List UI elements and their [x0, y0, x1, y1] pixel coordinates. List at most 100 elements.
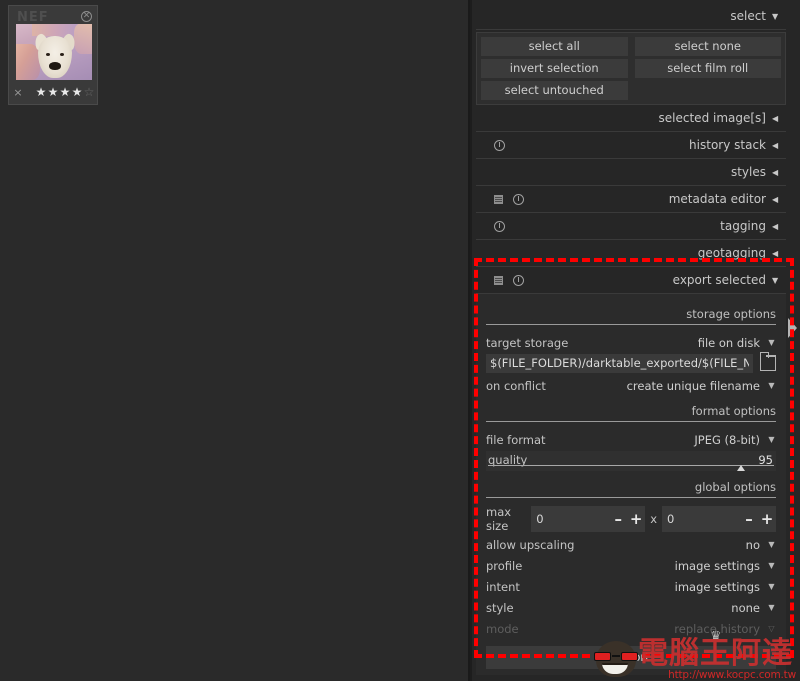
star-2[interactable]: ★ — [47, 86, 59, 98]
chevron-down-icon: ▼ — [768, 582, 775, 591]
filename-pattern-row — [486, 351, 777, 373]
chevron-left-icon: ◀ — [772, 248, 779, 258]
chevron-down-icon: ▼ — [772, 11, 779, 21]
on-conflict-label: on conflict — [486, 378, 546, 393]
thumbnail-overlay-bar: × ★ ★ ★ ★ ☆ — [13, 84, 95, 100]
file-format-value: JPEG (8-bit) — [694, 432, 760, 447]
module-history-stack-title: history stack — [689, 138, 766, 152]
module-styles-title: styles — [730, 165, 766, 179]
profile-row[interactable]: profile image settings ▼ — [486, 556, 776, 575]
chevron-left-icon: ◀ — [772, 167, 779, 177]
select-all-button[interactable]: select all — [481, 37, 628, 56]
quality-slider-track[interactable] — [488, 465, 774, 466]
target-storage-row[interactable]: target storage file on disk ▼ — [486, 333, 776, 352]
image-dog-eye-right — [60, 53, 64, 56]
module-export-icons — [494, 267, 524, 294]
module-geotagging-header[interactable]: geotagging ◀ — [476, 240, 786, 267]
max-height-group: – + — [662, 506, 776, 532]
mode-label: mode — [486, 621, 519, 636]
max-width-group: – + — [531, 506, 646, 532]
module-history-stack-header[interactable]: history stack ◀ — [476, 132, 786, 159]
chevron-down-icon: ▼ — [768, 561, 775, 570]
module-select: select ▼ select all select none invert s… — [476, 3, 786, 105]
max-height-increment-button[interactable]: + — [758, 506, 776, 532]
folder-icon[interactable] — [759, 351, 777, 371]
star-1[interactable]: ★ — [35, 86, 47, 98]
quality-value: 95 — [758, 453, 773, 467]
presets-icon[interactable] — [494, 276, 503, 285]
global-options-label: global options — [694, 480, 776, 494]
module-history-stack: history stack ◀ — [476, 132, 786, 159]
allow-upscaling-row[interactable]: allow upscaling no ▼ — [486, 535, 776, 554]
module-tagging: tagging ◀ — [476, 213, 786, 240]
module-export-selected-header[interactable]: export selected ▼ — [476, 267, 786, 294]
select-film-roll-button[interactable]: select film roll — [634, 59, 781, 78]
star-5[interactable]: ☆ — [83, 86, 95, 98]
filename-pattern-input[interactable] — [486, 354, 753, 373]
target-storage-label: target storage — [486, 335, 569, 350]
quality-slider-thumb[interactable] — [736, 465, 745, 471]
module-styles-header[interactable]: styles ◀ — [476, 159, 786, 186]
module-metadata-editor-header[interactable]: metadata editor ◀ — [476, 186, 786, 213]
export-button[interactable]: export — [486, 646, 776, 669]
intent-label: intent — [486, 579, 520, 594]
module-geotagging: geotagging ◀ — [476, 240, 786, 267]
module-export-selected: export selected ▼ storage options target… — [476, 267, 786, 675]
presets-icon[interactable] — [494, 195, 503, 204]
module-metadata-editor-title: metadata editor — [668, 192, 766, 206]
module-history-stack-icons — [494, 132, 505, 159]
image-dog-eye-left — [46, 53, 50, 56]
reset-icon[interactable] — [494, 221, 505, 232]
max-width-increment-button[interactable]: + — [627, 506, 645, 532]
on-conflict-row[interactable]: on conflict create unique filename ▼ — [486, 376, 776, 395]
file-format-row[interactable]: file format JPEG (8-bit) ▼ — [486, 430, 776, 449]
max-size-separator: x — [650, 512, 657, 526]
module-selected-images-header[interactable]: selected image[s] ◀ — [476, 105, 786, 132]
reset-icon[interactable] — [494, 140, 505, 151]
select-none-button[interactable]: select none — [634, 37, 781, 56]
intent-row[interactable]: intent image settings ▼ — [486, 577, 776, 596]
max-width-decrement-button[interactable]: – — [609, 506, 627, 532]
panel-collapse-arrow-icon[interactable] — [788, 318, 797, 338]
select-grid-filler — [635, 81, 782, 100]
module-select-header[interactable]: select ▼ — [476, 3, 786, 30]
quality-slider[interactable]: quality 95 — [486, 451, 776, 471]
global-options-divider — [486, 497, 776, 498]
module-selected-images-title: selected image[s] — [658, 111, 766, 125]
mode-value: replace history — [674, 621, 760, 636]
profile-label: profile — [486, 558, 523, 573]
thumbnail-image[interactable] — [16, 24, 92, 80]
format-options-divider — [486, 421, 776, 422]
module-tagging-icons — [494, 213, 505, 240]
chevron-down-icon: ▼ — [768, 435, 775, 444]
style-value: none — [731, 600, 760, 615]
max-width-input[interactable] — [531, 512, 610, 526]
max-size-row: max size – + x – + — [486, 505, 776, 533]
reject-button[interactable]: × — [13, 87, 23, 98]
select-untouched-button[interactable]: select untouched — [481, 81, 628, 100]
module-tagging-header[interactable]: tagging ◀ — [476, 213, 786, 240]
module-tagging-title: tagging — [720, 219, 766, 233]
lighttable-view[interactable]: NEF ✕ × ★ ★ ★ ★ ☆ — [0, 0, 470, 681]
profile-value: image settings — [674, 558, 760, 573]
reset-icon[interactable] — [513, 194, 524, 205]
select-buttons-grid: select all select none invert selection … — [476, 32, 786, 105]
reject-circle-icon[interactable]: ✕ — [81, 11, 92, 22]
invert-selection-button[interactable]: invert selection — [481, 59, 628, 78]
chevron-down-icon: ▼ — [768, 338, 775, 347]
thumbnail-cell[interactable]: NEF ✕ × ★ ★ ★ ★ ☆ — [8, 5, 98, 105]
module-export-selected-title: export selected — [672, 273, 766, 287]
storage-options-label: storage options — [686, 307, 776, 321]
star-rating[interactable]: ★ ★ ★ ★ ☆ — [35, 86, 95, 98]
star-3[interactable]: ★ — [59, 86, 71, 98]
style-row[interactable]: style none ▼ — [486, 598, 776, 617]
reset-icon[interactable] — [513, 275, 524, 286]
module-geotagging-title: geotagging — [697, 246, 766, 260]
on-conflict-value: create unique filename — [626, 378, 760, 393]
max-height-input[interactable] — [662, 512, 740, 526]
chevron-left-icon: ◀ — [772, 221, 779, 231]
module-metadata-editor-icons — [494, 186, 524, 213]
allow-upscaling-value: no — [745, 537, 760, 552]
star-4[interactable]: ★ — [71, 86, 83, 98]
max-height-decrement-button[interactable]: – — [740, 506, 758, 532]
